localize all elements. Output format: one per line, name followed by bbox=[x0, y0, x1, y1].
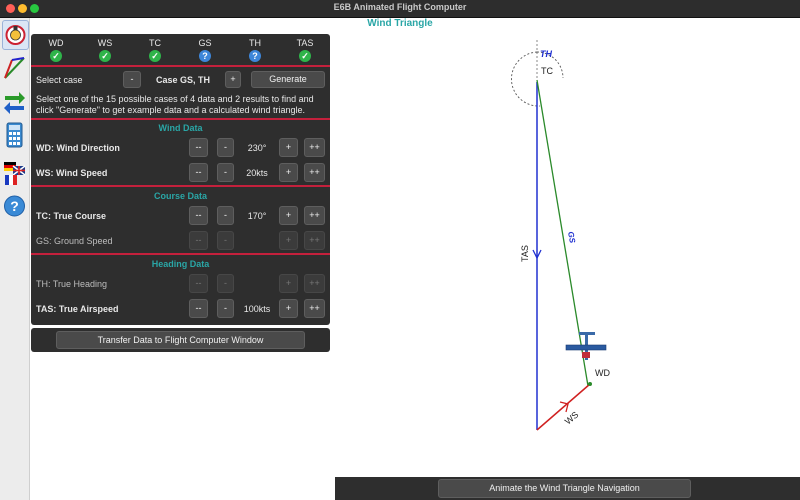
tas-dec-big-button[interactable]: -- bbox=[189, 299, 208, 318]
ws-inc-big-button[interactable]: ++ bbox=[304, 163, 325, 182]
case-next-button[interactable]: + bbox=[225, 71, 241, 88]
ws-value: 20kts bbox=[246, 168, 268, 178]
status-th: TH? bbox=[249, 38, 261, 62]
tc-dec-big-button[interactable]: -- bbox=[189, 206, 208, 225]
wd-dec-big-button[interactable]: -- bbox=[189, 138, 208, 157]
gs-inc-button[interactable]: + bbox=[279, 231, 298, 250]
status-tas: TAS ✓ bbox=[296, 38, 314, 62]
gs-inc-big-button[interactable]: ++ bbox=[304, 231, 325, 250]
status-tc: TC ✓ bbox=[149, 38, 161, 62]
wd-label: WD: Wind Direction bbox=[36, 143, 120, 153]
separator bbox=[31, 253, 330, 255]
status-ws: WS ✓ bbox=[97, 38, 113, 62]
wind-triangle-diagram: TH TC GS TAS WD WS bbox=[511, 40, 610, 431]
wind-data-heading: Wind Data bbox=[158, 123, 203, 133]
tas-diagram-label: TAS bbox=[520, 245, 530, 262]
separator bbox=[31, 185, 330, 187]
ws-diagram-label: WS bbox=[563, 410, 581, 427]
generate-button[interactable]: Generate bbox=[251, 71, 325, 88]
separator bbox=[31, 65, 330, 67]
th-label: TH: True Heading bbox=[36, 279, 108, 289]
gs-vector bbox=[536, 79, 589, 387]
th-dec-big-button[interactable]: -- bbox=[189, 274, 208, 293]
tc-value: 170° bbox=[247, 211, 267, 221]
tas-value: 100kts bbox=[243, 304, 271, 314]
status-row: WD ✓ WS ✓ TC ✓ GS? TH? TAS ✓ bbox=[31, 38, 330, 64]
check-icon: ✓ bbox=[99, 50, 111, 62]
animate-button[interactable]: Animate the Wind Triangle Navigation bbox=[438, 479, 691, 498]
gs-dec-button[interactable]: - bbox=[217, 231, 234, 250]
tas-dec-button[interactable]: - bbox=[217, 299, 234, 318]
separator bbox=[31, 118, 330, 120]
tc-label: TC: True Course bbox=[36, 211, 107, 221]
sidebar: ? bbox=[0, 18, 30, 500]
wd-inc-button[interactable]: + bbox=[279, 138, 298, 157]
gs-diagram-label: GS bbox=[566, 231, 577, 245]
help-icon[interactable]: ? bbox=[2, 193, 27, 221]
language-flags-icon[interactable] bbox=[2, 160, 27, 188]
th-inc-button[interactable]: + bbox=[279, 274, 298, 293]
heading-data-heading: Heading Data bbox=[151, 259, 210, 269]
wd-inc-big-button[interactable]: ++ bbox=[304, 138, 325, 157]
svg-text:?: ? bbox=[10, 198, 19, 214]
question-icon: ? bbox=[199, 50, 211, 62]
case-help-line-2: click "Generate" to get example data and… bbox=[36, 105, 306, 115]
calculator-icon[interactable] bbox=[2, 121, 27, 149]
check-icon: ✓ bbox=[149, 50, 161, 62]
question-icon: ? bbox=[249, 50, 261, 62]
tc-dec-button[interactable]: - bbox=[217, 206, 234, 225]
ws-vector bbox=[536, 383, 591, 431]
case-value: Case GS, TH bbox=[155, 75, 211, 85]
transfer-button[interactable]: Transfer Data to Flight Computer Window bbox=[56, 331, 305, 349]
select-case-label: Select case bbox=[36, 75, 83, 85]
tc-inc-button[interactable]: + bbox=[279, 206, 298, 225]
th-diagram-label: TH bbox=[540, 49, 552, 59]
tc-inc-big-button[interactable]: ++ bbox=[304, 206, 325, 225]
ws-dec-button[interactable]: - bbox=[217, 163, 234, 182]
tas-inc-big-button[interactable]: ++ bbox=[304, 299, 325, 318]
th-angle-arc bbox=[511, 51, 541, 107]
course-data-heading: Course Data bbox=[153, 191, 207, 201]
tas-label: TAS: True Airspeed bbox=[36, 304, 119, 314]
gs-dec-big-button[interactable]: -- bbox=[189, 231, 208, 250]
th-inc-big-button[interactable]: ++ bbox=[304, 274, 325, 293]
case-help-line-1: Select one of the 15 possible cases of 4… bbox=[36, 94, 314, 104]
check-icon: ✓ bbox=[50, 50, 62, 62]
title-bar: E6B Animated Flight Computer bbox=[0, 0, 800, 18]
animation-bar: Animate the Wind Triangle Navigation bbox=[335, 477, 800, 500]
th-dec-button[interactable]: - bbox=[217, 274, 234, 293]
gs-label: GS: Ground Speed bbox=[36, 236, 113, 246]
ws-dec-big-button[interactable]: -- bbox=[189, 163, 208, 182]
tc-diagram-label: TC bbox=[541, 66, 553, 76]
wd-dec-button[interactable]: - bbox=[217, 138, 234, 157]
wd-diagram-label: WD bbox=[595, 368, 610, 378]
data-panel: WD ✓ WS ✓ TC ✓ GS? TH? TAS ✓ Select case - C… bbox=[31, 34, 330, 325]
tas-inc-button[interactable]: + bbox=[279, 299, 298, 318]
e6b-logo-icon[interactable] bbox=[2, 20, 29, 50]
status-wd: WD ✓ bbox=[48, 38, 64, 62]
check-icon: ✓ bbox=[299, 50, 311, 62]
transfer-panel: Transfer Data to Flight Computer Window bbox=[31, 328, 330, 352]
window-title: E6B Animated Flight Computer bbox=[333, 2, 467, 12]
status-gs: GS? bbox=[198, 38, 212, 62]
ws-label: WS: Wind Speed bbox=[36, 168, 108, 178]
ws-inc-button[interactable]: + bbox=[279, 163, 298, 182]
wind-triangle-icon[interactable] bbox=[2, 54, 27, 82]
transfer-arrows-icon[interactable] bbox=[2, 86, 27, 114]
case-prev-button[interactable]: - bbox=[123, 71, 141, 88]
wd-value: 230° bbox=[247, 143, 267, 153]
